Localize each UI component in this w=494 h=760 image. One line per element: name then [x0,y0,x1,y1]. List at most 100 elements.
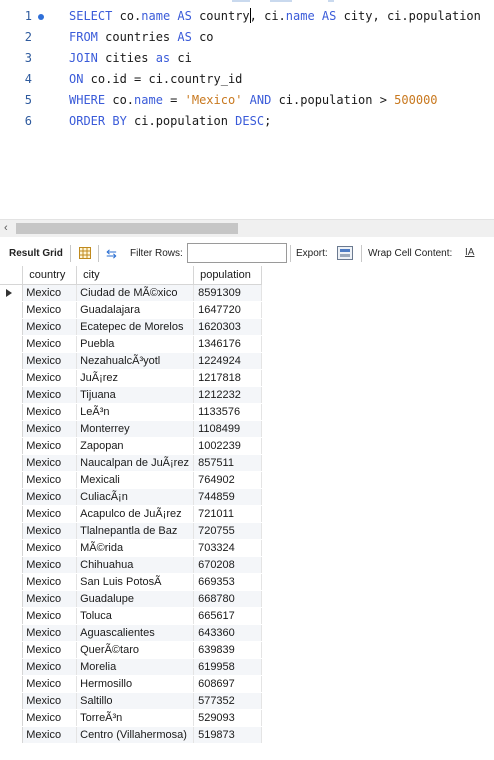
table-row[interactable]: Mexico CuliacÃ¡n 744859 [0,488,262,506]
row-header[interactable] [0,607,24,625]
cell-population[interactable]: 619958 [193,658,262,676]
code-text[interactable]: ON co.id = ci.country_id [69,69,242,90]
table-row[interactable]: Mexico QuerÃ©taro 639839 [0,641,262,659]
row-header[interactable] [0,641,24,659]
cell-country[interactable]: Mexico [22,624,78,642]
cell-country[interactable]: Mexico [22,726,78,744]
table-row[interactable]: Mexico Mexicali 764902 [0,471,262,489]
cell-population[interactable]: 764902 [193,471,262,489]
cell-city[interactable]: Mexicali [76,471,195,489]
row-header[interactable] [0,590,24,608]
table-row[interactable]: Mexico MÃ©rida 703324 [0,539,262,557]
cell-city[interactable]: Ciudad de MÃ©xico [76,284,195,302]
cell-city[interactable]: Toluca [76,607,195,625]
row-header[interactable] [0,488,24,506]
cell-city[interactable]: CuliacÃ¡n [76,488,195,506]
cell-population[interactable]: 1133576 [193,403,262,421]
cell-city[interactable]: Centro (Villahermosa) [76,726,195,744]
row-header[interactable] [0,726,24,744]
column-header-country[interactable]: country [22,266,78,285]
cell-city[interactable]: Morelia [76,658,195,676]
cell-country[interactable]: Mexico [22,352,78,370]
row-header[interactable] [0,624,24,642]
table-row[interactable]: Mexico Naucalpan de JuÃ¡rez 857511 [0,454,262,472]
table-row[interactable]: Mexico Monterrey 1108499 [0,420,262,438]
cell-city[interactable]: Aguascalientes [76,624,195,642]
table-row[interactable]: Mexico Acapulco de JuÃ¡rez 721011 [0,505,262,523]
cell-population[interactable]: 1217818 [193,369,262,387]
cell-city[interactable]: Ecatepec de Morelos [76,318,195,336]
table-row[interactable]: Mexico Centro (Villahermosa) 519873 [0,726,262,744]
code-line[interactable]: 4 ON co.id = ci.country_id [0,69,494,90]
cell-city[interactable]: San Luis PotosÃ­ [76,573,195,591]
cell-country[interactable]: Mexico [22,471,78,489]
cell-country[interactable]: Mexico [22,573,78,591]
cell-population[interactable]: 643360 [193,624,262,642]
cell-population[interactable]: 665617 [193,607,262,625]
cell-population[interactable]: 8591309 [193,284,262,302]
cell-country[interactable]: Mexico [22,488,78,506]
cell-country[interactable]: Mexico [22,675,78,693]
cell-country[interactable]: Mexico [22,539,78,557]
table-row[interactable]: Mexico San Luis PotosÃ­ 669353 [0,573,262,591]
cell-population[interactable]: 703324 [193,539,262,557]
row-header[interactable] [0,284,24,302]
cell-country[interactable]: Mexico [22,420,78,438]
cell-city[interactable]: Guadalajara [76,301,195,319]
cell-country[interactable]: Mexico [22,607,78,625]
row-header[interactable] [0,522,24,540]
cell-country[interactable]: Mexico [22,590,78,608]
scrollbar-thumb[interactable] [16,223,238,234]
table-row[interactable]: Mexico Ciudad de MÃ©xico 8591309 [0,284,262,302]
scroll-left-icon[interactable]: ‹ [4,222,8,234]
column-header-population[interactable]: population [193,266,262,285]
cell-city[interactable]: NezahualcÃ³yotl [76,352,195,370]
row-header[interactable] [0,675,24,693]
row-header[interactable] [0,386,24,404]
cell-city[interactable]: Zapopan [76,437,195,455]
table-row[interactable]: Mexico Chihuahua 670208 [0,556,262,574]
cell-country[interactable]: Mexico [22,369,78,387]
table-row[interactable]: Mexico Saltillo 577352 [0,692,262,710]
cell-city[interactable]: Guadalupe [76,590,195,608]
code-text[interactable]: JOIN cities as ci [69,48,192,69]
table-row[interactable]: Mexico Morelia 619958 [0,658,262,676]
table-row[interactable]: Mexico Guadalupe 668780 [0,590,262,608]
table-row[interactable]: Mexico Toluca 665617 [0,607,262,625]
table-row[interactable]: Mexico TorreÃ³n 529093 [0,709,262,727]
code-line[interactable]: 1 SELECT co.name AS country, ci.name AS c… [0,6,494,27]
cell-country[interactable]: Mexico [22,284,78,302]
row-header[interactable] [0,403,24,421]
cell-population[interactable]: 639839 [193,641,262,659]
row-header[interactable] [0,573,24,591]
cell-city[interactable]: Acapulco de JuÃ¡rez [76,505,195,523]
cell-population[interactable]: 744859 [193,488,262,506]
row-header[interactable] [0,437,24,455]
table-row[interactable]: Mexico LeÃ³n 1133576 [0,403,262,421]
row-header[interactable] [0,352,24,370]
cell-city[interactable]: Tijuana [76,386,195,404]
cell-city[interactable]: Naucalpan de JuÃ¡rez [76,454,195,472]
cell-city[interactable]: JuÃ¡rez [76,369,195,387]
code-text[interactable]: WHERE co.name = 'Mexico' AND ci.populati… [69,90,438,111]
cell-country[interactable]: Mexico [22,522,78,540]
table-row[interactable]: Mexico Ecatepec de Morelos 1620303 [0,318,262,336]
row-header[interactable] [0,420,24,438]
code-text[interactable]: FROM countries AS co [69,27,214,48]
table-row[interactable]: Mexico Guadalajara 1647720 [0,301,262,319]
code-line[interactable]: 2 FROM countries AS co [0,27,494,48]
cell-population[interactable]: 669353 [193,573,262,591]
row-header[interactable] [0,301,24,319]
row-header[interactable] [0,709,24,727]
cell-population[interactable]: 577352 [193,692,262,710]
cell-city[interactable]: LeÃ³n [76,403,195,421]
sql-editor[interactable]: 1 SELECT co.name AS country, ci.name AS c… [0,0,494,218]
cell-city[interactable]: Puebla [76,335,195,353]
table-row[interactable]: Mexico Puebla 1346176 [0,335,262,353]
cell-country[interactable]: Mexico [22,386,78,404]
cell-city[interactable]: Hermosillo [76,675,195,693]
row-header[interactable] [0,658,24,676]
cell-city[interactable]: Monterrey [76,420,195,438]
table-row[interactable]: Mexico Aguascalientes 643360 [0,624,262,642]
cell-population[interactable]: 519873 [193,726,262,744]
